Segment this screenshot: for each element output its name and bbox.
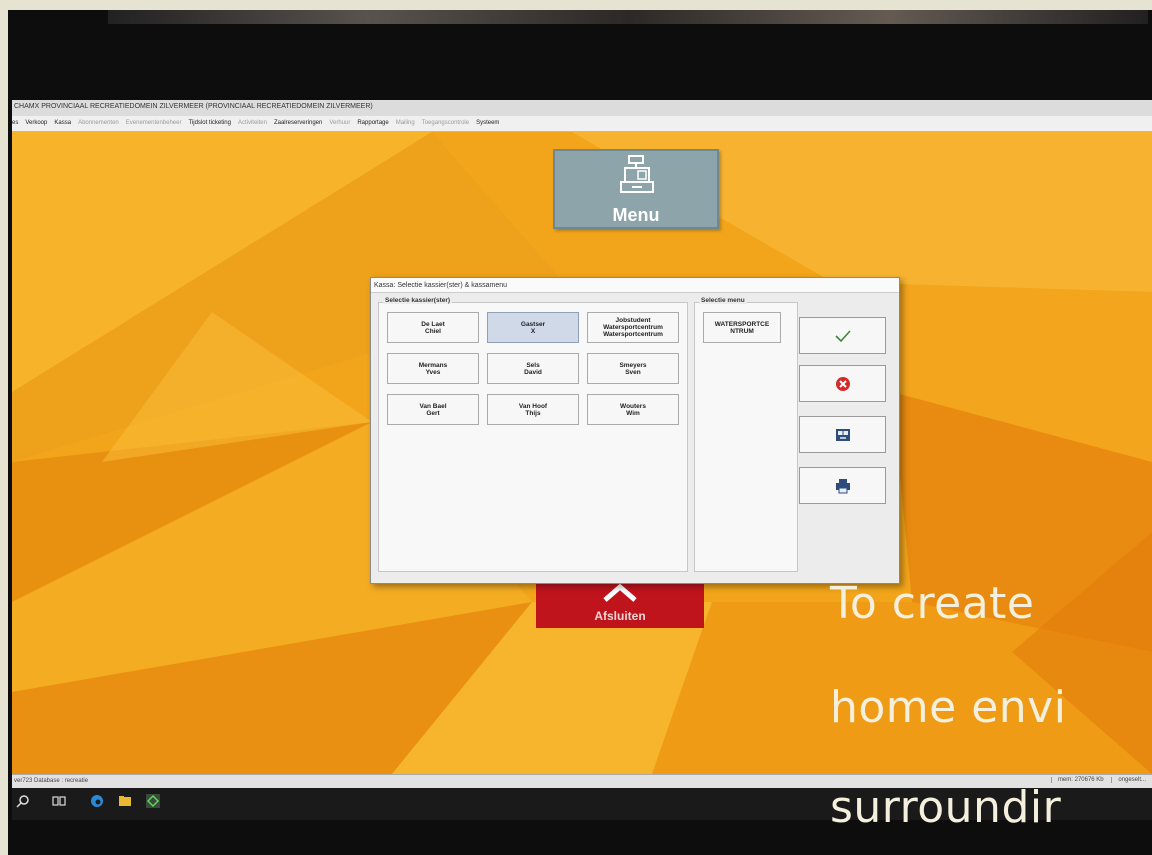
printer-icon — [835, 478, 850, 493]
cashier-line2: X — [530, 327, 536, 335]
cashier-line2: Watersportcentrum — [603, 324, 663, 331]
menu-item-0[interactable]: es — [12, 120, 18, 126]
menu-item-5[interactable]: Tijdslot ticketing — [188, 120, 230, 126]
cashier-line1: Wouters — [620, 402, 646, 410]
cashier-line1: Van Hoof — [518, 402, 548, 410]
cashier-line2: Thijs — [525, 409, 541, 417]
confirm-button[interactable] — [799, 317, 886, 354]
menu-group-title: Selectie menu — [699, 297, 747, 304]
cash-register-icon — [620, 155, 654, 193]
cashier-line2: Yves — [425, 368, 441, 376]
cashier-group-title: Selectie kassier(ster) — [383, 297, 453, 304]
menu-option-line1: WATERSPORTCE — [714, 320, 770, 328]
menu-option-button[interactable]: WATERSPORTCE NTRUM — [703, 312, 781, 343]
status-database: ver723 Database : recreatie — [14, 778, 89, 784]
close-tile-label: Afsluiten — [594, 609, 646, 623]
menu-item-3: Abonnementen — [78, 120, 119, 126]
cashier-line1: Mermans — [418, 361, 448, 369]
cashier-button[interactable]: De Laet Chiel — [387, 312, 479, 343]
menu-item-4: Evenementenbeheer — [125, 120, 182, 126]
chamx-app-icon[interactable] — [146, 794, 160, 808]
cashier-button[interactable]: Van Bael Gert — [387, 394, 479, 425]
window-title: CHAMX PROVINCIAAL RECREATIEDOMEIN ZILVER… — [12, 100, 1152, 116]
chevron-up-icon — [603, 584, 637, 602]
cashier-line2: Chiel — [425, 327, 441, 335]
status-extra: ongeselt... — [1111, 777, 1152, 783]
cashier-line1: Gastser — [520, 320, 546, 328]
cash-drawer-icon — [835, 428, 850, 441]
menu-item-8: Verhuur — [329, 120, 351, 126]
cashier-line2: Sven — [625, 368, 641, 376]
menu-tile[interactable]: Menu — [553, 149, 719, 229]
cashier-line1: Smeyers — [619, 361, 647, 369]
menu-item-1[interactable]: Verkoop — [25, 120, 47, 126]
cashier-button[interactable]: Wouters Wim — [587, 394, 679, 425]
menu-bar: es Verkoop Kassa Abonnementen Evenementenbeh… — [12, 116, 1152, 132]
cashier-line1: De Laet — [421, 320, 445, 328]
menu-item-7[interactable]: Zaalreserveringen — [274, 120, 322, 126]
cashier-line1: Jobstudent — [615, 317, 651, 324]
cash-drawer-button[interactable] — [799, 416, 886, 453]
cashier-button[interactable]: Smeyers Sven — [587, 353, 679, 384]
cashier-button[interactable]: Jobstudent Watersportcentrum Watersportcen… — [587, 312, 679, 343]
cancel-icon — [835, 376, 850, 391]
print-button[interactable] — [799, 467, 886, 504]
checkmark-icon — [834, 329, 851, 342]
cashier-line3: Watersportcentrum — [603, 331, 663, 338]
menu-item-9[interactable]: Rapportage — [357, 120, 388, 126]
menu-option-line2: NTRUM — [730, 327, 754, 335]
menu-item-10: Mailing — [395, 120, 415, 126]
overlay-text-line-3: surroundir — [830, 782, 1062, 833]
menu-item-12[interactable]: Systeem — [476, 120, 499, 126]
menu-item-11: Toegangscontrole — [421, 120, 470, 126]
menu-tile-label: Menu — [612, 205, 660, 225]
menu-group: Selectie menu WATERSPORTCE NTRUM — [694, 297, 798, 572]
cashier-button[interactable]: Mermans Yves — [387, 353, 479, 384]
bezel-glare — [108, 10, 1148, 24]
cashier-line2: Wim — [626, 409, 640, 417]
cashier-line1: Van Bael — [419, 402, 447, 410]
cashier-button[interactable]: Gastser X — [487, 312, 579, 343]
task-view-icon[interactable] — [52, 794, 66, 808]
close-tile[interactable]: Afsluiten — [536, 578, 704, 628]
menu-item-2[interactable]: Kassa — [54, 120, 71, 126]
edge-browser-icon[interactable] — [90, 794, 104, 808]
cashier-button[interactable]: Van Hoof Thijs — [487, 394, 579, 425]
cancel-button[interactable] — [799, 365, 886, 402]
cashier-line2: Gert — [426, 409, 440, 417]
cashier-selection-dialog: Kassa: Selectie kassier(ster) & kassamen… — [370, 277, 900, 584]
menu-item-6: Activiteiten — [237, 120, 267, 126]
cashier-button[interactable]: Sels David — [487, 353, 579, 384]
cashier-line2: David — [524, 368, 542, 376]
overlay-text-line-1: To create — [830, 578, 1035, 629]
overlay-text-line-2: home envi — [830, 682, 1067, 733]
search-icon[interactable] — [16, 794, 30, 808]
cashier-group: Selectie kassier(ster) De Laet Chiel Gasts… — [378, 297, 688, 572]
dialog-title: Kassa: Selectie kassier(ster) & kassamen… — [371, 278, 899, 293]
file-explorer-icon[interactable] — [118, 794, 132, 808]
cashier-line1: Sels — [526, 361, 540, 369]
